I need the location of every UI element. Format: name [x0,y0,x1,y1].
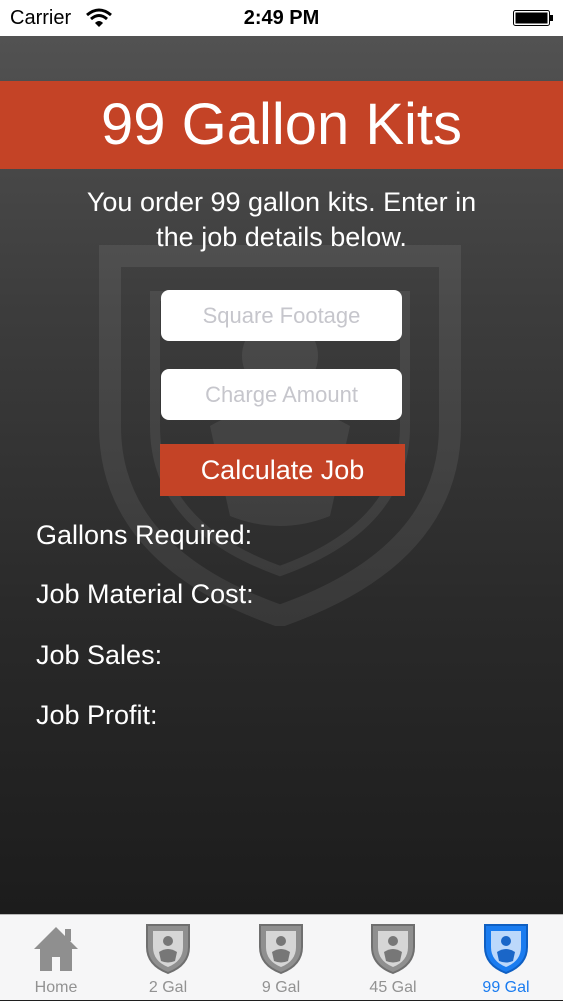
instructions-text: You order 99 gallon kits. Enter in the j… [40,185,523,255]
tab-2-gal[interactable]: 2 Gal [112,915,224,1001]
shield-icon [259,924,303,975]
charge-amount-input[interactable] [161,369,402,420]
job-material-cost-label: Job Material Cost: [36,579,254,609]
calculate-job-button[interactable]: Calculate Job [160,444,405,496]
tab-99-gal[interactable]: 99 Gal [450,915,562,1001]
main-content: 99 Gallon Kits You order 99 gallon kits.… [0,36,563,914]
page-title: 99 Gallon Kits [0,81,563,169]
tab-2-gal-label: 2 Gal [148,979,188,996]
square-footage-input[interactable] [161,290,402,341]
battery-icon [513,10,553,26]
instructions-line-1: You order 99 gallon kits. Enter in [86,187,477,217]
home-icon [34,927,78,971]
job-sales-label: Job Sales: [36,640,163,670]
tab-9-gal[interactable]: 9 Gal [225,915,337,1001]
tab-45-gal-label: 45 Gal [369,979,417,996]
tab-bar: Home 2 Gal 9 Gal 45 Gal 99 Gal [0,914,563,1000]
job-profit-label: Job Profit: [36,700,158,730]
shield-icon [484,924,528,975]
shield-icon [371,924,415,975]
gallons-required-label: Gallons Required: [36,520,253,550]
tab-home[interactable]: Home [0,915,112,1001]
shield-icon [146,924,190,975]
shield-watermark [99,245,461,626]
status-bar: Carrier 2:49 PM [0,0,563,36]
status-time: 2:49 PM [243,7,320,29]
instructions-line-2: the job details below. [156,222,407,252]
tab-home-label: Home [34,979,78,996]
tab-9-gal-label: 9 Gal [261,979,301,996]
tab-45-gal[interactable]: 45 Gal [337,915,449,1001]
tab-99-gal-label: 99 Gal [482,979,530,996]
